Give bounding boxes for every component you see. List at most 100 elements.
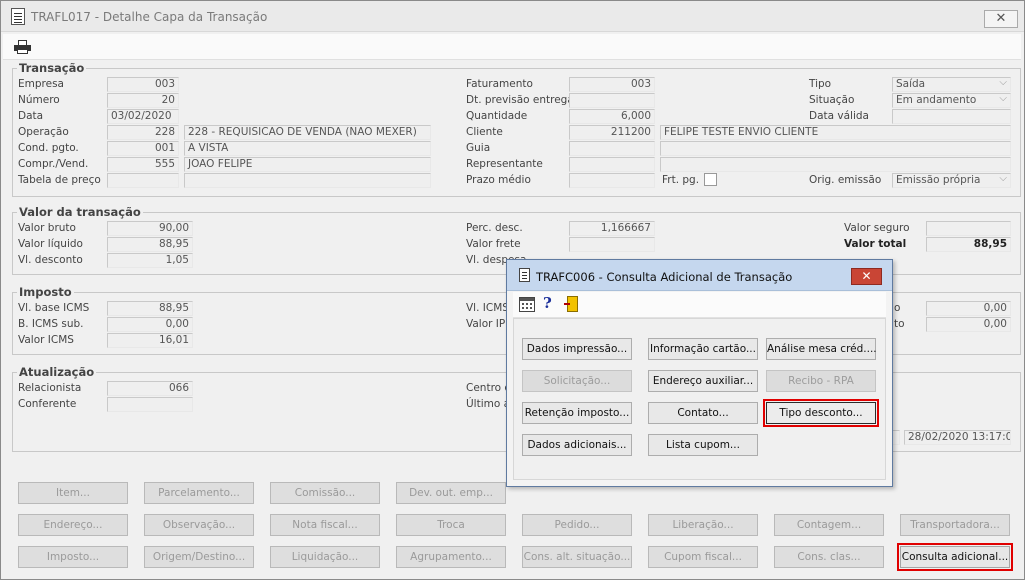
nota-fiscal-button[interactable]: Nota fiscal... xyxy=(270,514,380,536)
empresa-field[interactable]: 003 xyxy=(107,77,179,92)
item-button[interactable]: Item... xyxy=(18,482,128,504)
comissao-button[interactable]: Comissão... xyxy=(270,482,380,504)
situacao-select[interactable]: Em andamento xyxy=(892,93,1011,108)
valor-icms-field: 16,01 xyxy=(107,333,193,348)
numero-label: Número xyxy=(18,94,60,106)
contagem-button[interactable]: Contagem... xyxy=(774,514,884,536)
document-icon xyxy=(11,8,25,25)
agrupamento-button[interactable]: Agrupamento... xyxy=(396,546,506,568)
close-button[interactable]: ✕ xyxy=(984,10,1018,28)
icms-sub-field: 0,00 xyxy=(107,317,193,332)
dev-out-emp-button[interactable]: Dev. out. emp... xyxy=(396,482,506,504)
liquidacao-button[interactable]: Liquidação... xyxy=(270,546,380,568)
numero-field[interactable]: 20 xyxy=(107,93,179,108)
origem-destino-button[interactable]: Origem/Destino... xyxy=(144,546,254,568)
representante-label: Representante xyxy=(466,158,543,170)
toolbar xyxy=(3,34,1021,60)
tabela-desc-field xyxy=(184,173,431,188)
observacao-button[interactable]: Observação... xyxy=(144,514,254,536)
data-label: Data xyxy=(18,110,44,122)
dados-adicionais-button[interactable]: Dados adicionais... xyxy=(522,434,632,456)
dialog-button-panel: Dados impressão... Informação cartão... … xyxy=(513,318,886,480)
title-bar: TRAFL017 - Detalhe Capa da Transação ✕ xyxy=(1,1,1024,32)
frt-checkbox[interactable] xyxy=(704,173,717,186)
cons-alt-situacao-button[interactable]: Cons. alt. situação... xyxy=(522,546,632,568)
informacao-cartao-button[interactable]: Informação cartão... xyxy=(648,338,758,360)
dialog-title: TRAFC006 - Consulta Adicional de Transaç… xyxy=(536,270,793,284)
contato-button[interactable]: Contato... xyxy=(648,402,758,424)
solicitacao-button[interactable]: Solicitação... xyxy=(522,370,632,392)
liberacao-button[interactable]: Liberação... xyxy=(648,514,758,536)
faturamento-field[interactable]: 003 xyxy=(569,77,655,92)
recibo-rpa-button[interactable]: Recibo - RPA xyxy=(766,370,876,392)
dialog-toolbar: ? xyxy=(513,292,886,318)
cliente-code-field[interactable]: 211200 xyxy=(569,125,655,140)
desconto-field: 1,05 xyxy=(107,253,193,268)
endereco-auxiliar-button[interactable]: Endereço auxiliar... xyxy=(648,370,758,392)
orig-select[interactable]: Emissão própria xyxy=(892,173,1011,188)
transacao-legend: Transação xyxy=(17,61,87,75)
situacao-label: Situação xyxy=(809,94,855,106)
tabela-code-field[interactable] xyxy=(107,173,179,188)
cond-code-field[interactable]: 001 xyxy=(107,141,179,156)
dialog-close-button[interactable]: ✕ xyxy=(851,268,882,285)
imposto-button[interactable]: Imposto... xyxy=(18,546,128,568)
faturamento-label: Faturamento xyxy=(466,78,533,90)
guia-code-field[interactable] xyxy=(569,141,655,156)
liquido-label: Valor líquido xyxy=(18,238,83,250)
imposto-right-a-field: 0,00 xyxy=(926,301,1011,316)
dialog-document-icon xyxy=(519,268,530,282)
analise-mesa-cred-button[interactable]: Análise mesa créd.... xyxy=(766,338,877,360)
representante-code-field[interactable] xyxy=(569,157,655,172)
cond-desc-field: A VISTA xyxy=(184,141,431,156)
relacionista-field[interactable]: 066 xyxy=(107,381,193,396)
help-icon[interactable]: ? xyxy=(543,294,552,312)
valor-legend: Valor da transação xyxy=(17,205,143,219)
dt-prev-field[interactable] xyxy=(569,93,655,108)
frt-label: Frt. pg. xyxy=(662,174,700,186)
pedido-button[interactable]: Pedido... xyxy=(522,514,632,536)
conferente-label: Conferente xyxy=(18,398,77,410)
base-icms-field: 88,95 xyxy=(107,301,193,316)
conferente-field[interactable] xyxy=(107,397,193,412)
compr-desc-field: JOAO FELIPE xyxy=(184,157,431,172)
cons-clas-button[interactable]: Cons. clas... xyxy=(774,546,884,568)
operacao-desc-field: 228 - REQUISICAO DE VENDA (NAO MEXER) xyxy=(184,125,431,140)
total-field: 88,95 xyxy=(926,237,1011,252)
printer-icon[interactable] xyxy=(14,40,31,54)
transportadora-button[interactable]: Transportadora... xyxy=(900,514,1010,536)
calendar-icon[interactable] xyxy=(519,297,535,312)
exit-door-icon[interactable] xyxy=(564,296,578,312)
data-field[interactable]: 03/02/2020 xyxy=(107,109,179,124)
dialog-title-bar: TRAFC006 - Consulta Adicional de Transaç… xyxy=(507,260,892,291)
cupom-fiscal-button[interactable]: Cupom fiscal... xyxy=(648,546,758,568)
base-icms-label: Vl. base ICMS xyxy=(18,302,90,314)
prazo-field xyxy=(569,173,655,188)
liquido-field: 88,95 xyxy=(107,237,193,252)
retencao-imposto-button[interactable]: Retenção imposto... xyxy=(522,402,632,424)
compr-code-field[interactable]: 555 xyxy=(107,157,179,172)
frete-field xyxy=(569,237,655,252)
lista-cupom-button[interactable]: Lista cupom... xyxy=(648,434,758,456)
data-valida-field[interactable] xyxy=(892,109,1011,124)
parcelamento-button[interactable]: Parcelamento... xyxy=(144,482,254,504)
orig-label: Orig. emissão xyxy=(809,174,882,186)
cliente-desc-field: FELIPE TESTE ENVIO CLIENTE xyxy=(660,125,1011,140)
tipo-desconto-highlight xyxy=(763,399,879,427)
tabela-label: Tabela de preço xyxy=(18,174,101,186)
main-window: TRAFL017 - Detalhe Capa da Transação ✕ T… xyxy=(0,0,1025,580)
operacao-code-field[interactable]: 228 xyxy=(107,125,179,140)
seguro-field xyxy=(926,221,1011,236)
tipo-select[interactable]: Saída xyxy=(892,77,1011,92)
imposto-right-b-field: 0,00 xyxy=(926,317,1011,332)
total-label: Valor total xyxy=(844,238,907,250)
troca-button[interactable]: Troca xyxy=(396,514,506,536)
representante-desc-field xyxy=(660,157,1011,172)
perc-label: Perc. desc. xyxy=(466,222,523,234)
frete-label: Valor frete xyxy=(466,238,521,250)
compr-label: Compr./Vend. xyxy=(18,158,89,170)
tipo-label: Tipo xyxy=(809,78,832,90)
dados-impressao-button[interactable]: Dados impressão... xyxy=(522,338,632,360)
cond-label: Cond. pgto. xyxy=(18,142,79,154)
endereco-button[interactable]: Endereço... xyxy=(18,514,128,536)
